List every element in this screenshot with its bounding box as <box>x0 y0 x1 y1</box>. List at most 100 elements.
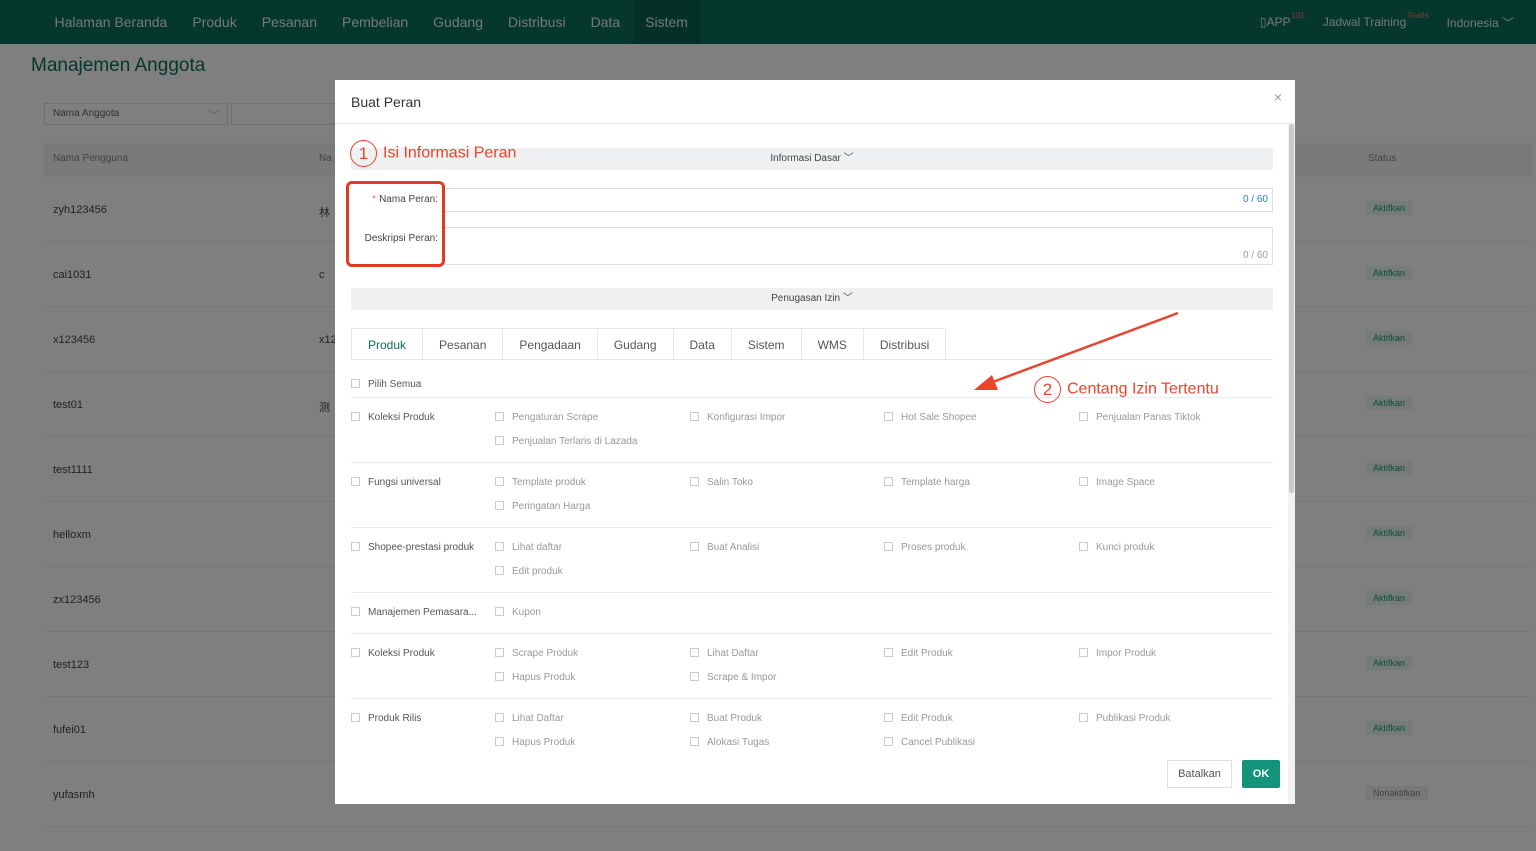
checkbox-box <box>351 712 360 722</box>
checkbox-box <box>884 736 893 746</box>
checkbox-box <box>495 565 504 575</box>
perm-checkbox[interactable]: Lihat Daftar <box>495 712 564 724</box>
checkbox-box <box>690 411 699 421</box>
perm-label: Scrape & Impor <box>707 672 777 683</box>
perm-label: Kunci produk <box>1096 542 1155 553</box>
annotation-highlight-box <box>346 181 445 267</box>
perm-label: Pengaturan Scrape <box>512 412 599 423</box>
perm-checkbox[interactable]: Scrape Produk <box>495 647 579 659</box>
annotation-arrow-icon <box>974 311 1179 390</box>
perm-label: Image Space <box>1096 477 1155 488</box>
perm-checkbox[interactable]: Kupon <box>495 606 541 618</box>
role-name-counter: 0 / 60 <box>1242 194 1268 205</box>
perm-label: Alokasi Tugas <box>707 737 770 748</box>
perm-label: Peringatan Harga <box>512 501 591 512</box>
checkbox-box <box>1079 541 1088 551</box>
perm-label: Impor Produk <box>1096 648 1157 659</box>
perm-checkbox[interactable]: Salin Toko <box>690 476 753 488</box>
perm-checkbox[interactable]: Pengaturan Scrape <box>495 411 599 423</box>
checkbox-box <box>351 476 360 486</box>
perm-checkbox[interactable]: Image Space <box>1079 476 1155 488</box>
perm-group-label: Koleksi Produk <box>368 412 435 423</box>
perm-checkbox[interactable]: Scrape & Impor <box>690 671 777 683</box>
perm-label: Lihat Daftar <box>707 648 759 659</box>
perm-label: Kupon <box>512 607 541 618</box>
perm-label: Hapus Produk <box>512 672 576 683</box>
perm-checkbox[interactable]: Lihat daftar <box>495 541 563 553</box>
perm-group-checkbox[interactable]: Koleksi Produk <box>351 411 435 423</box>
perm-group-checkbox[interactable]: Manajemen Pemasara... <box>351 606 477 618</box>
dialog-divider <box>335 123 1295 124</box>
perm-checkbox[interactable]: Template harga <box>884 476 970 488</box>
checkbox-box <box>351 647 360 657</box>
checkbox-box <box>1079 712 1088 722</box>
perm-checkbox[interactable]: Buat Analisi <box>690 541 760 553</box>
tab-pengadaan[interactable]: Pengadaan <box>503 328 598 360</box>
role-desc-counter: 0 / 60 <box>1242 250 1268 261</box>
perm-checkbox[interactable]: Kunci produk <box>1079 541 1155 553</box>
close-icon[interactable]: × <box>1274 89 1282 105</box>
perm-label: Penjualan Terlaris di Lazada <box>512 436 638 447</box>
perm-group-checkbox[interactable]: Fungsi universal <box>351 476 441 488</box>
perm-checkbox[interactable]: Peringatan Harga <box>495 500 591 512</box>
perm-checkbox[interactable]: Template produk <box>495 476 586 488</box>
role-desc-textarea[interactable]: 0 / 60 <box>443 227 1273 265</box>
perm-checkbox[interactable]: Edit Produk <box>884 647 953 659</box>
scrollbar-thumb[interactable] <box>1289 124 1294 493</box>
perm-label: Salin Toko <box>707 477 753 488</box>
perm-checkbox[interactable]: Hapus Produk <box>495 736 575 748</box>
perm-label: Lihat daftar <box>512 542 563 553</box>
perm-group-checkbox[interactable]: Shopee-prestasi produk <box>351 541 475 553</box>
perm-checkbox[interactable]: Proses produk <box>884 541 965 553</box>
tab-data[interactable]: Data <box>673 328 732 360</box>
perm-checkbox[interactable]: Penjualan Terlaris di Lazada <box>495 435 638 447</box>
dialog-title: Buat Peran <box>351 94 422 110</box>
checkbox-box <box>884 476 893 486</box>
select-all-checkbox[interactable]: Pilih Semua <box>351 378 421 390</box>
perm-checkbox[interactable]: Konfigurasi Impor <box>690 411 785 423</box>
role-name-input[interactable]: 0 / 60 <box>443 188 1273 212</box>
perm-checkbox[interactable]: Penjualan Panas Tiktok <box>1079 411 1201 423</box>
checkbox-box <box>351 411 360 421</box>
tab-sistem[interactable]: Sistem <box>731 328 802 360</box>
perm-label: Publikasi Produk <box>1096 713 1171 724</box>
cancel-button[interactable]: Batalkan <box>1167 760 1232 788</box>
perm-checkbox[interactable]: Alokasi Tugas <box>690 736 770 748</box>
checkbox-box <box>495 647 504 657</box>
checkbox-box <box>690 541 699 551</box>
perm-checkbox[interactable]: Edit Produk <box>884 712 953 724</box>
checkbox-box <box>495 476 504 486</box>
tab-produk[interactable]: Produk <box>351 328 424 360</box>
perm-label: Buat Analisi <box>707 542 760 553</box>
checkbox-box <box>1079 647 1088 657</box>
perm-checkbox[interactable]: Lihat Daftar <box>690 647 759 659</box>
perm-checkbox[interactable]: Hot Sale Shopee <box>884 411 977 423</box>
perm-checkbox[interactable]: Hapus Produk <box>495 671 576 683</box>
create-role-dialog: Buat Peran × Informasi Dasar ﹀ * Nama Per… <box>335 80 1295 804</box>
perm-label: Buat Produk <box>707 713 763 724</box>
checkbox-box <box>690 736 699 746</box>
perm-checkbox[interactable]: Edit produk <box>495 565 563 577</box>
perm-divider <box>351 592 1273 593</box>
ok-button[interactable]: OK <box>1242 760 1280 788</box>
step1-number: 1 <box>350 140 377 167</box>
perm-checkbox[interactable]: Buat Produk <box>690 712 763 724</box>
perm-group-checkbox[interactable]: Koleksi Produk <box>351 647 435 659</box>
checkbox-box <box>690 647 699 657</box>
perm-label: Template produk <box>512 477 586 488</box>
tab-distribusi[interactable]: Distribusi <box>863 328 947 360</box>
checkbox-box <box>351 541 360 551</box>
tab-pesanan[interactable]: Pesanan <box>423 328 504 360</box>
perm-group-checkbox[interactable]: Produk Rilis <box>351 712 421 724</box>
perm-group-label: Shopee-prestasi produk <box>368 542 475 553</box>
tab-gudang[interactable]: Gudang <box>597 328 674 360</box>
chevron-down-icon: ﹀ <box>842 293 853 304</box>
tab-wms[interactable]: WMS <box>801 328 864 360</box>
perm-checkbox[interactable]: Impor Produk <box>1079 647 1157 659</box>
chevron-down-icon: ﹀ <box>843 153 854 164</box>
perm-label: Scrape Produk <box>512 648 579 659</box>
perm-checkbox[interactable]: Publikasi Produk <box>1079 712 1171 724</box>
perm-checkbox[interactable]: Cancel Publikasi <box>884 736 975 748</box>
section-permission-label: Penugasan Izin <box>771 293 841 304</box>
checkbox-box <box>495 606 504 616</box>
